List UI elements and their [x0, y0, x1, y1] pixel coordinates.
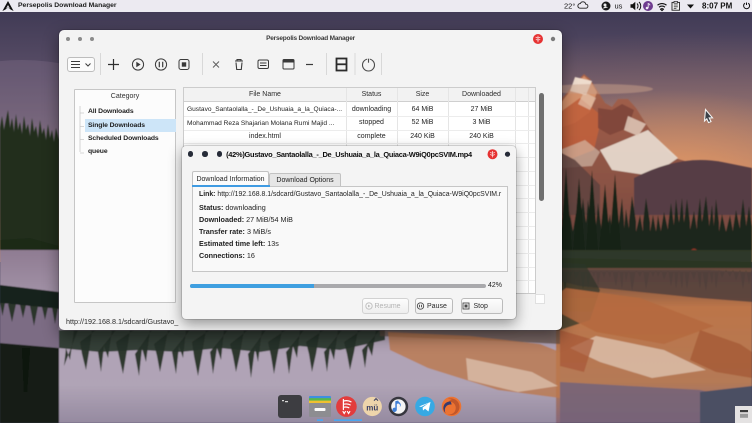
svg-text:22°: 22° [564, 2, 575, 11]
svg-text:mü: mü [366, 404, 378, 413]
svg-text:us: us [615, 2, 623, 11]
svg-text:8:07 PM: 8:07 PM [702, 2, 733, 11]
